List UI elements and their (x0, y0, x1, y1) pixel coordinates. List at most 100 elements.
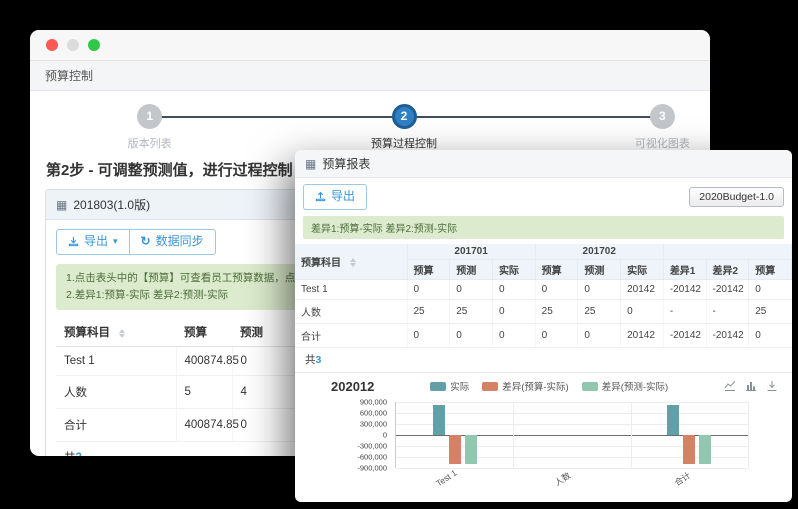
save-image-icon[interactable] (766, 380, 778, 392)
refresh-icon: ↻ (141, 234, 151, 250)
report-title: 预算报表 (322, 155, 370, 172)
chart-title: 202012 (331, 379, 374, 394)
y-tick: 0 (307, 430, 387, 439)
step-version-list[interactable]: 1 版本列表 (85, 104, 215, 151)
category-band-test1[interactable] (396, 402, 513, 468)
version-panel-title: 201803(1.0版) (73, 196, 150, 213)
row-budget: 400874.85 (176, 409, 232, 442)
step-budget-process-control[interactable]: 2 预算过程控制 (339, 104, 469, 151)
export-dropdown-button[interactable]: 导出 ▾ (56, 229, 130, 255)
table-icon: ▦ (56, 199, 67, 211)
row-budget: 400874.85 (176, 347, 232, 376)
month-group-201701: 201701 (407, 244, 535, 260)
legend-swatch (482, 382, 498, 391)
legend-item-diff2[interactable]: 差异(预测-实际) (582, 379, 669, 393)
data-sync-button[interactable]: ↻ 数据同步 (130, 229, 216, 255)
row-forecast: 4 (232, 376, 294, 409)
y-tick: 300,000 (307, 419, 387, 428)
maximize-window-icon[interactable] (88, 39, 100, 51)
table-icon: ▦ (305, 158, 316, 170)
page-title: 预算控制 (30, 61, 710, 91)
step-visual-charts[interactable]: 3 可视化图表 (597, 104, 710, 151)
budget-report-window: ▦ 预算报表 导出 2020Budget-1.0 差异1:预算-实际 差异2:预… (295, 150, 792, 502)
report-toolbar: 导出 2020Budget-1.0 (295, 178, 792, 214)
report-row[interactable]: 人数 2525 025 250 -- 25 (295, 299, 792, 323)
step-2-label: 预算过程控制 (339, 135, 469, 151)
category-band-renshu[interactable] (513, 402, 630, 468)
step-2-circle: 2 (392, 104, 417, 129)
wizard-stepper: 1 版本列表 2 预算过程控制 3 可视化图表 (30, 101, 710, 153)
bar-chart: 900,000 600,000 300,000 0 -300,000 -600,… (307, 402, 780, 498)
sub-header-actual[interactable]: 实际 (621, 259, 664, 279)
upload-icon (315, 191, 326, 202)
budget-version-select[interactable]: 2020Budget-1.0 (689, 187, 784, 207)
sub-header-actual[interactable]: 实际 (492, 259, 535, 279)
bar-合计-差异(预测-实际)[interactable] (699, 435, 711, 465)
row-budget: 5 (176, 376, 232, 409)
panel-button-group: 导出 ▾ ↻ 数据同步 (56, 229, 216, 255)
desktop: { "colors": { "accent_blue": "#3795d6", … (0, 0, 798, 509)
sub-header-budget[interactable]: 预算 (535, 259, 578, 279)
sub-header-forecast[interactable]: 预测 (450, 259, 493, 279)
x-tick: 合计 (672, 469, 693, 488)
step-1-circle: 1 (137, 104, 162, 129)
sub-header-budget[interactable]: 预算 (407, 259, 450, 279)
category-band-heji[interactable] (631, 402, 748, 468)
forecast-col-header[interactable]: 预测 (232, 318, 294, 347)
sub-header-budget[interactable]: 预算 (749, 259, 792, 279)
total-count: 3 (316, 354, 322, 366)
month-group-extra (663, 244, 791, 260)
legend-item-diff1[interactable]: 差异(预算-实际) (482, 379, 569, 393)
y-tick: 600,000 (307, 408, 387, 417)
sub-header-diff2[interactable]: 差异2 (706, 259, 749, 279)
plot-area: Test 1 人数 合计 (395, 402, 748, 468)
report-panel-heading: ▦ 预算报表 (295, 150, 792, 178)
chart-legend: 实际 差异(预算-实际) 差异(预测-实际) (374, 379, 724, 393)
legend-item-actual[interactable]: 实际 (430, 379, 469, 393)
diff-legend-alert: 差异1:预算-实际 差异2:预测-实际 (303, 216, 784, 239)
report-name-header[interactable]: 预算科目 (295, 244, 407, 280)
bar-Test 1-差异(预测-实际)[interactable] (465, 435, 477, 465)
report-export-button[interactable]: 导出 (303, 184, 367, 210)
x-tick: 人数 (552, 469, 573, 488)
bar-chart-icon[interactable] (745, 380, 757, 392)
budget-col-header[interactable]: 预算 (176, 318, 232, 347)
bar-合计-实际[interactable] (667, 405, 679, 435)
month-group-201702: 201702 (535, 244, 663, 260)
row-name: Test 1 (56, 347, 176, 376)
bar-Test 1-差异(预算-实际)[interactable] (449, 435, 461, 465)
close-window-icon[interactable] (46, 39, 58, 51)
name-header-label: 预算科目 (64, 327, 110, 339)
bar-合计-差异(预算-实际)[interactable] (683, 435, 695, 465)
budget-table-name-header[interactable]: 预算科目 (56, 318, 176, 347)
download-icon (68, 236, 79, 247)
sub-header-forecast[interactable]: 预测 (578, 259, 621, 279)
window-titlebar (30, 30, 710, 61)
step-1-label: 版本列表 (85, 135, 215, 151)
sort-icon[interactable] (350, 258, 356, 267)
legend-swatch (582, 382, 598, 391)
x-tick: Test 1 (434, 467, 458, 488)
report-row[interactable]: Test 1 00 00 020142 -20142-20142 0 (295, 279, 792, 299)
y-tick: -600,000 (307, 452, 387, 461)
step-3-circle: 3 (650, 104, 675, 129)
chart-toolbox (724, 380, 778, 392)
row-name: 合计 (56, 409, 176, 442)
report-table: 预算科目 201701 201702 预算 预测 实际 预算 预测 实际 差异1… (295, 244, 792, 348)
step-3-label: 可视化图表 (597, 135, 710, 151)
sub-header-diff1[interactable]: 差异1 (663, 259, 706, 279)
legend-swatch (430, 382, 446, 391)
sort-icon[interactable] (119, 329, 125, 338)
row-forecast: 0 (232, 347, 294, 376)
total-prefix: 共 (64, 452, 76, 456)
y-tick: 900,000 (307, 397, 387, 406)
row-name: 人数 (56, 376, 176, 409)
bar-Test 1-实际[interactable] (433, 405, 445, 435)
row-forecast: 0 (232, 409, 294, 442)
y-tick: -300,000 (307, 441, 387, 450)
data-sync-label: 数据同步 (156, 234, 204, 250)
report-row[interactable]: 合计 00 00 020142 -20142-20142 0 (295, 323, 792, 347)
total-prefix: 共 (305, 354, 316, 366)
line-chart-icon[interactable] (724, 380, 736, 392)
minimize-window-icon[interactable] (67, 39, 79, 51)
